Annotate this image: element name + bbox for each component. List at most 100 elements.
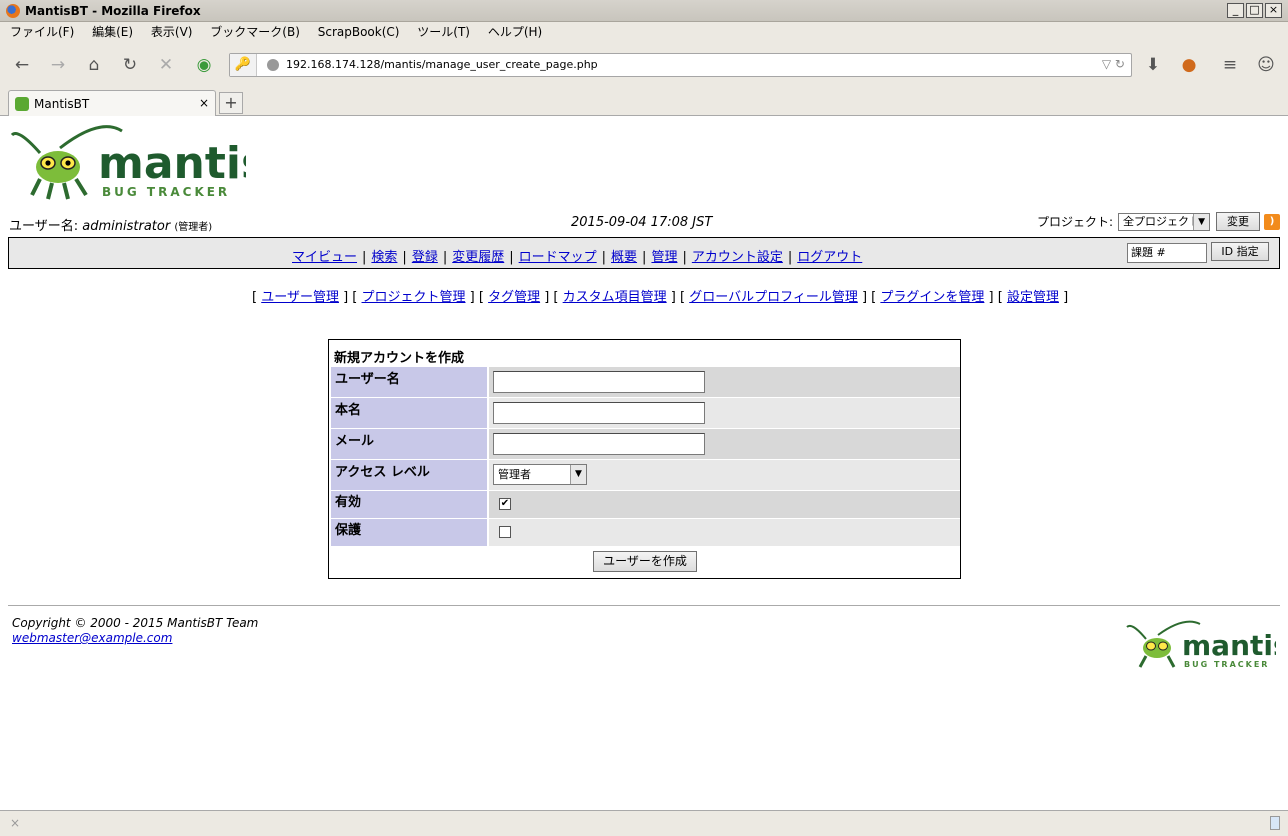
realname-input[interactable]	[493, 402, 705, 424]
submenu-manage-tags[interactable]: タグ管理	[488, 290, 540, 305]
copyright-text: Copyright © 2000 - 2015 MantisBT Team	[12, 616, 259, 630]
enabled-row: 有効 ✔	[331, 491, 960, 518]
logo-sub-text: BUG TRACKER	[102, 185, 230, 199]
menu-account[interactable]: アカウント設定	[692, 250, 783, 265]
footer-logo-main-text: mantis	[1182, 629, 1276, 662]
mantis-footer-logo[interactable]: mantis BUG TRACKER	[1126, 619, 1276, 671]
access-level-select[interactable]: 管理者 ▼	[493, 464, 587, 485]
project-label: プロジェクト:	[1037, 215, 1114, 229]
menu-file[interactable]: ファイル(F)	[10, 22, 74, 42]
enabled-label: 有効	[331, 491, 487, 518]
mantis-logo[interactable]: mantis BUG TRACKER	[10, 123, 246, 201]
change-project-button[interactable]: 変更	[1216, 212, 1261, 231]
user-label: ユーザー名:	[9, 219, 79, 234]
menu-report[interactable]: 登録	[412, 250, 438, 265]
window-title: MantisBT - Mozilla Firefox	[25, 4, 201, 18]
form-title: 新規アカウントを作成	[334, 351, 465, 366]
forward-arrow-icon[interactable]: →	[47, 55, 69, 75]
submenu-manage-config[interactable]: 設定管理	[1007, 290, 1059, 305]
menu-scrapbook[interactable]: ScrapBook(C)	[318, 22, 400, 42]
url-text[interactable]: 192.168.174.128/mantis/manage_user_creat…	[286, 58, 598, 71]
window-titlebar: MantisBT - Mozilla Firefox _ □ ×	[0, 0, 1288, 22]
menu-logout[interactable]: ログアウト	[797, 250, 862, 265]
address-bar[interactable]: 🔑 192.168.174.128/mantis/manage_user_cre…	[229, 53, 1132, 77]
menu-search[interactable]: 検索	[371, 250, 397, 265]
username: administrator	[82, 219, 171, 234]
footer-divider	[8, 605, 1280, 606]
project-select[interactable]: 全プロジェクト ▼	[1118, 212, 1211, 231]
dropdown-arrow-icon: ▼	[570, 465, 586, 484]
stop-icon[interactable]: ✕	[155, 55, 177, 75]
dropdown-arrow-icon: ▼	[1193, 213, 1210, 230]
tab-strip: MantisBT × +	[0, 88, 1288, 116]
main-menu: マイビュー | 検索 | 登録 | 変更履歴 | ロードマップ | 概要 | 管理 | アカウント設定 | ログ…	[8, 237, 1280, 269]
tab-mantisbt[interactable]: MantisBT ×	[8, 90, 216, 116]
menu-view[interactable]: 表示(V)	[151, 22, 193, 42]
username-input[interactable]	[493, 371, 705, 393]
protected-checkbox[interactable]	[499, 526, 511, 538]
sync-icon[interactable]: ◉	[193, 55, 215, 75]
project-select-value: 全プロジェクト	[1123, 214, 1201, 228]
access-level-label: アクセス レベル	[331, 460, 487, 490]
menu-manage[interactable]: 管理	[651, 250, 677, 265]
resize-grip-icon[interactable]	[1270, 816, 1280, 830]
access-level-row: アクセス レベル 管理者 ▼	[331, 460, 960, 490]
submenu-manage-projects[interactable]: プロジェクト管理	[362, 290, 466, 305]
menu-edit[interactable]: 編集(E)	[92, 22, 133, 42]
maximize-button[interactable]: □	[1246, 3, 1263, 18]
menu-roadmap[interactable]: ロードマップ	[519, 250, 597, 265]
submenu-manage-global-profiles[interactable]: グローバルプロフィール管理	[689, 290, 858, 305]
submenu-manage-plugins[interactable]: プラグインを管理	[880, 290, 984, 305]
back-arrow-icon[interactable]: ←	[11, 55, 33, 75]
new-tab-button[interactable]: +	[219, 92, 243, 114]
jump-to-issue-button[interactable]: ID 指定	[1211, 242, 1269, 261]
navigation-toolbar: ← → ⌂ ↻ ✕ ◉ 🔑 192.168.174.128/mantis/man…	[0, 42, 1288, 88]
tab-close-icon[interactable]: ×	[199, 96, 209, 110]
close-window-button[interactable]: ×	[1265, 3, 1282, 18]
menu-help[interactable]: ヘルプ(H)	[488, 22, 542, 42]
create-account-form: 新規アカウントを作成 ユーザー名 本名 メール アクセス レベル 管理者 ▼ 有…	[328, 339, 961, 579]
username-row: ユーザー名	[331, 367, 960, 397]
page-content: mantis BUG TRACKER ユーザー名: administrator …	[0, 117, 1288, 810]
menu-hamburger-icon[interactable]: ≡	[1219, 55, 1241, 75]
status-bar: ×	[0, 810, 1288, 836]
menu-changelog[interactable]: 変更履歴	[452, 250, 504, 265]
user-role: (管理者)	[174, 222, 213, 233]
realname-row: 本名	[331, 398, 960, 428]
email-input[interactable]	[493, 433, 705, 455]
menu-my-view[interactable]: マイビュー	[292, 250, 357, 265]
download-icon[interactable]: ⬇	[1142, 55, 1164, 75]
enabled-checkbox[interactable]: ✔	[499, 498, 511, 510]
menu-bookmarks[interactable]: ブックマーク(B)	[210, 22, 300, 42]
url-dropdown-reload-icon[interactable]: ▽ ↻	[1102, 57, 1125, 71]
webmaster-email-link[interactable]: webmaster@example.com	[12, 631, 172, 645]
submenu-manage-users[interactable]: ユーザー管理	[261, 290, 339, 305]
globe-icon	[267, 59, 279, 71]
issue-id-input[interactable]: 課題 #	[1127, 243, 1207, 263]
scrapbook-icon[interactable]: ●	[1178, 55, 1200, 75]
menu-tools[interactable]: ツール(T)	[417, 22, 470, 42]
access-level-value: 管理者	[498, 468, 531, 481]
email-row: メール	[331, 429, 960, 459]
mantis-favicon-icon	[15, 97, 29, 111]
chat-icon[interactable]: ☺	[1255, 55, 1277, 75]
email-label: メール	[331, 429, 487, 459]
home-icon[interactable]: ⌂	[83, 55, 105, 75]
reload-icon[interactable]: ↻	[119, 55, 141, 75]
menu-summary[interactable]: 概要	[611, 250, 637, 265]
user-info: ユーザー名: administrator (管理者)	[9, 215, 212, 234]
minimize-button[interactable]: _	[1227, 3, 1244, 18]
rss-icon[interactable]: )	[1264, 213, 1281, 230]
protected-label: 保護	[331, 519, 487, 546]
realname-label: 本名	[331, 398, 487, 428]
tab-title: MantisBT	[34, 97, 90, 111]
close-addon-bar-icon[interactable]: ×	[10, 816, 20, 830]
create-user-button[interactable]: ユーザーを作成	[593, 551, 697, 572]
menubar: ファイル(F) 編集(E) 表示(V) ブックマーク(B) ScrapBook(…	[0, 22, 1288, 42]
current-datetime: 2015-09-04 17:08 JST	[571, 215, 713, 230]
key-icon[interactable]: 🔑	[230, 54, 257, 76]
submenu-manage-custom-fields[interactable]: カスタム項目管理	[563, 290, 667, 305]
logo-main-text: mantis	[98, 138, 246, 189]
footer-logo-sub-text: BUG TRACKER	[1184, 660, 1269, 669]
firefox-icon	[6, 4, 20, 18]
